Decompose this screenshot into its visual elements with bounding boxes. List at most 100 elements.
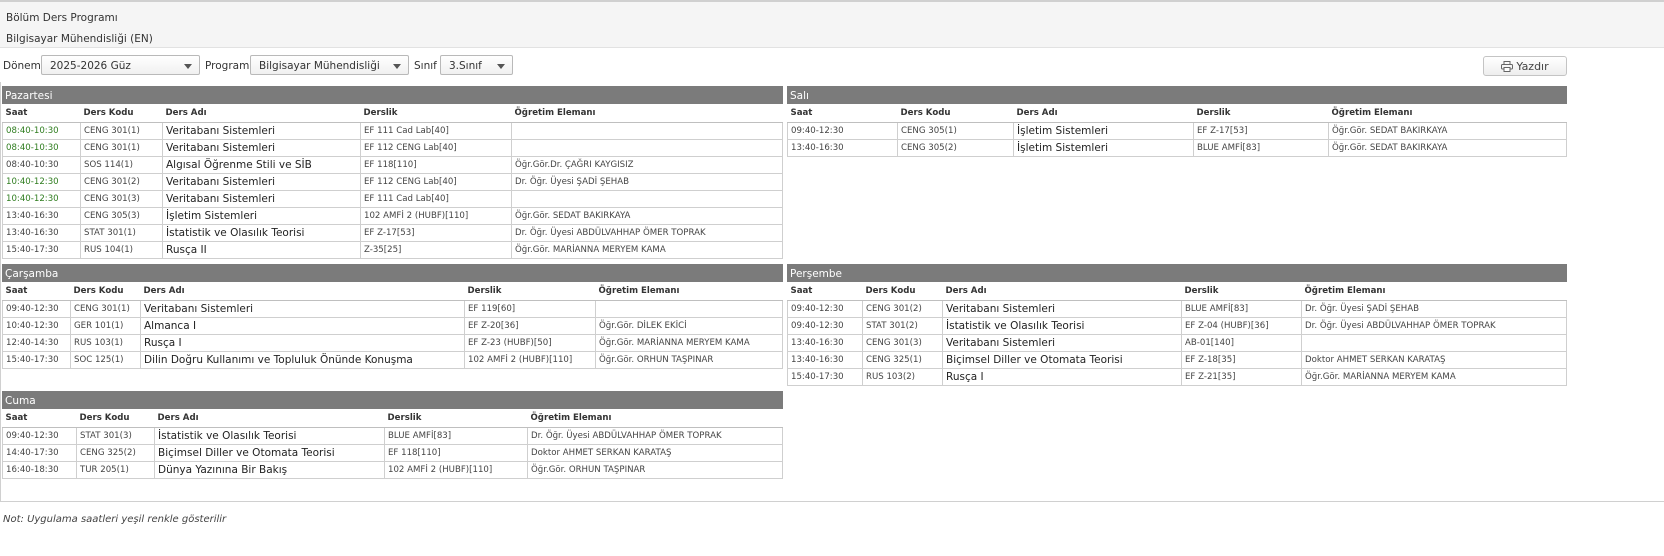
program-label: Program: [205, 60, 250, 72]
table-header-row: Saat Ders Kodu Ders Adı Derslik Öğretim …: [2, 104, 783, 123]
class-value: 3.Sınıf: [449, 60, 482, 72]
table-body: 08:40-10:30 CENG 301(1) Veritabanı Sisteml…: [2, 122, 783, 259]
cell-saat: 14:40-17:30: [2, 444, 77, 462]
table-row: 08:40-10:30 CENG 301(1) Veritabanı Sisteml…: [2, 122, 783, 140]
frame-bottom: [0, 501, 1664, 502]
table-row: 09:40-12:30 STAT 301(3) İstatistik ve Olas…: [2, 427, 783, 445]
chevron-down-icon: [497, 64, 505, 69]
cell-derslik: EF Z-18[35]: [1181, 351, 1302, 369]
cell-ad: Veritabanı Sistemleri: [140, 300, 465, 318]
col-header-ad: Ders Adı: [154, 409, 385, 428]
col-header-ad: Ders Adı: [162, 104, 361, 123]
cell-kod: CENG 301(3): [862, 334, 943, 352]
cell-saat: 09:40-12:30: [2, 300, 71, 318]
cell-hoca: Öğr.Gör. ORHUN TAŞPINAR: [595, 351, 783, 369]
table-row: 15:40-17:30 RUS 103(2) Rusça I EF Z-21[35] Ö…: [787, 368, 1567, 386]
table-row: 13:40-16:30 CENG 301(3) Veritabanı Sisteml…: [787, 334, 1567, 352]
cell-ad: İstatistik ve Olasılık Teorisi: [154, 427, 385, 445]
col-header-saat: Saat: [2, 104, 81, 123]
cell-ad: Veritabanı Sistemleri: [162, 139, 361, 157]
cell-ad: İstatistik ve Olasılık Teorisi: [942, 317, 1182, 335]
cell-derslik: EF 119[60]: [464, 300, 596, 318]
col-header-hoca: Öğretim Elemanı: [595, 282, 783, 301]
cell-saat: 13:40-16:30: [2, 224, 81, 242]
cell-ad: Rusça I: [140, 334, 465, 352]
col-header-kod: Ders Kodu: [80, 104, 163, 123]
table-row: 09:40-12:30 CENG 301(1) Veritabanı Sisteml…: [2, 300, 783, 318]
table-row: 13:40-16:30 CENG 305(3) İşletim Sistemleri…: [2, 207, 783, 225]
cell-kod: CENG 301(1): [70, 300, 141, 318]
print-button[interactable]: Yazdır: [1483, 56, 1567, 76]
table-body: 09:40-12:30 CENG 301(2) Veritabanı Sisteml…: [787, 300, 1567, 386]
cell-kod: SOS 114(1): [80, 156, 163, 174]
day-panel-persembe: Perşembe Saat Ders Kodu Ders Adı Derslik…: [787, 264, 1567, 386]
table-row: 09:40-12:30 CENG 301(2) Veritabanı Sisteml…: [787, 300, 1567, 318]
cell-hoca: Öğr.Gör. SEDAT BAKIRKAYA: [1328, 122, 1567, 140]
cell-saat: 13:40-16:30: [787, 139, 898, 157]
cell-hoca: Dr. Öğr. Üyesi ABDÜLVAHHAP ÖMER TOPRAK: [1301, 317, 1567, 335]
col-header-hoca: Öğretim Elemanı: [527, 409, 783, 428]
program-value: Bilgisayar Mühendisliği: [259, 60, 380, 72]
cell-ad: Biçimsel Diller ve Otomata Teorisi: [154, 444, 385, 462]
cell-saat: 08:40-10:30: [2, 156, 81, 174]
program-select[interactable]: Bilgisayar Mühendisliği: [250, 55, 409, 75]
cell-kod: STAT 301(3): [76, 427, 155, 445]
cell-hoca: Öğr.Gör. DİLEK EKİCİ: [595, 317, 783, 335]
table-row: 10:40-12:30 CENG 301(3) Veritabanı Sisteml…: [2, 190, 783, 208]
chevron-down-icon: [184, 64, 192, 69]
cell-kod: STAT 301(1): [80, 224, 163, 242]
table-row: 12:40-14:30 RUS 103(1) Rusça I EF Z-23 (HUB…: [2, 334, 783, 352]
table-header-row: Saat Ders Kodu Ders Adı Derslik Öğretim …: [2, 282, 783, 301]
day-panel-carsamba: Çarşamba Saat Ders Kodu Ders Adı Derslik…: [2, 264, 783, 369]
table-header-row: Saat Ders Kodu Ders Adı Derslik Öğretim …: [787, 282, 1567, 301]
cell-derslik: AB-01[140]: [1181, 334, 1302, 352]
cell-hoca: [511, 190, 783, 208]
col-header-kod: Ders Kodu: [897, 104, 1014, 123]
table-header-row: Saat Ders Kodu Ders Adı Derslik Öğretim …: [2, 409, 783, 428]
cell-ad: Veritabanı Sistemleri: [942, 334, 1182, 352]
class-select[interactable]: 3.Sınıf: [440, 55, 513, 75]
day-panel-cuma: Cuma Saat Ders Kodu Ders Adı Derslik Öğr…: [2, 391, 783, 479]
day-title: Perşembe: [787, 264, 1567, 282]
cell-ad: İşletim Sistemleri: [1013, 139, 1194, 157]
cell-derslik: EF 111 Cad Lab[40]: [360, 190, 512, 208]
cell-saat: 13:40-16:30: [2, 207, 81, 225]
table-header-row: Saat Ders Kodu Ders Adı Derslik Öğretim …: [787, 104, 1567, 123]
table-row: 16:40-18:30 TUR 205(1) Dünya Yazınına Bir …: [2, 461, 783, 479]
cell-derslik: EF Z-04 (HUBF)[36]: [1181, 317, 1302, 335]
cell-derslik: EF Z-17[53]: [1193, 122, 1329, 140]
cell-saat: 15:40-17:30: [787, 368, 863, 386]
cell-saat: 09:40-12:30: [787, 122, 898, 140]
table-row: 13:40-16:30 CENG 305(2) İşletim Sistemleri…: [787, 139, 1567, 157]
cell-kod: CENG 325(1): [862, 351, 943, 369]
table-row: 10:40-12:30 CENG 301(2) Veritabanı Sisteml…: [2, 173, 783, 191]
cell-saat: 12:40-14:30: [2, 334, 71, 352]
cell-derslik: BLUE AMFİ[83]: [1193, 139, 1329, 157]
cell-saat: 10:40-12:30: [2, 190, 81, 208]
col-header-saat: Saat: [2, 409, 77, 428]
cell-derslik: EF 118[110]: [384, 444, 528, 462]
col-header-hoca: Öğretim Elemanı: [511, 104, 783, 123]
table-row: 10:40-12:30 GER 101(1) Almanca I EF Z-20[36…: [2, 317, 783, 335]
col-header-ad: Ders Adı: [140, 282, 465, 301]
printer-icon: [1501, 61, 1514, 72]
schedule-table: Saat Ders Kodu Ders Adı Derslik Öğretim …: [2, 282, 783, 369]
cell-saat: 09:40-12:30: [2, 427, 77, 445]
schedule-table: Saat Ders Kodu Ders Adı Derslik Öğretim …: [787, 282, 1567, 386]
cell-kod: CENG 301(2): [80, 173, 163, 191]
cell-hoca: Öğr.Gör. SEDAT BAKIRKAYA: [511, 207, 783, 225]
table-row: 15:40-17:30 SOC 125(1) Dilin Doğru Kullanı…: [2, 351, 783, 369]
schedule-table: Saat Ders Kodu Ders Adı Derslik Öğretim …: [2, 409, 783, 479]
table-row: 09:40-12:30 CENG 305(1) İşletim Sistemleri…: [787, 122, 1567, 140]
cell-hoca: [595, 300, 783, 318]
term-select[interactable]: 2025-2026 Güz: [41, 55, 200, 75]
table-row: 15:40-17:30 RUS 104(1) Rusça II Z-35[25] Öğr…: [2, 241, 783, 259]
cell-derslik: BLUE AMFİ[83]: [1181, 300, 1302, 318]
schedule-table: Saat Ders Kodu Ders Adı Derslik Öğretim …: [787, 104, 1567, 157]
schedule-table: Saat Ders Kodu Ders Adı Derslik Öğretim …: [2, 104, 783, 259]
chevron-down-icon: [393, 64, 401, 69]
department-name: Bilgisayar Mühendisliği (EN): [6, 33, 153, 45]
cell-ad: Biçimsel Diller ve Otomata Teorisi: [942, 351, 1182, 369]
cell-kod: CENG 305(1): [897, 122, 1014, 140]
col-header-ad: Ders Adı: [942, 282, 1182, 301]
